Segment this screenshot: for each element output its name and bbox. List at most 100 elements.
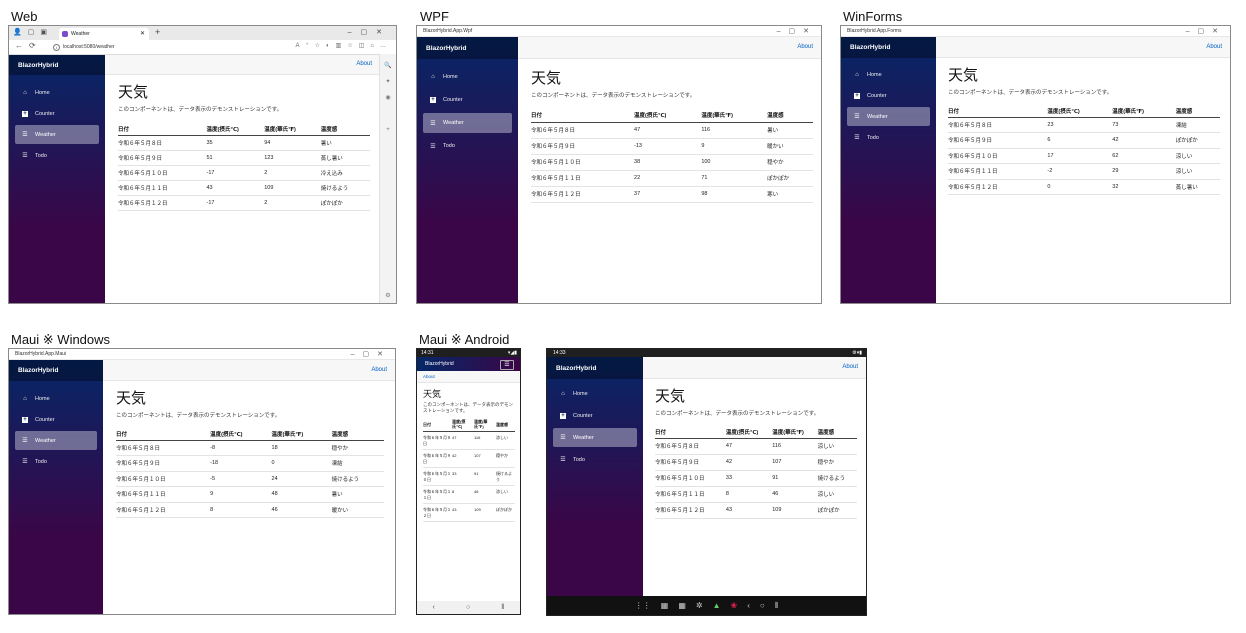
column-header: 温度感 (1175, 105, 1220, 118)
window-controls[interactable]: –▢✕ (1186, 26, 1226, 37)
about-link[interactable]: About (797, 44, 813, 50)
web-browser-window: 👤▢▣ Weather ✕ + –▢✕ ←⟳ i localhost:5080/… (8, 25, 397, 304)
window-controls[interactable]: –▢✕ (777, 26, 817, 37)
nav-item-home[interactable]: ⌂ Home (15, 83, 99, 102)
edge-sidebar: 🔍 ✦ ◉ + ⚙ (379, 54, 396, 303)
top-row: About (417, 371, 520, 383)
table-cell: 令和６年５月８日 (116, 440, 211, 456)
nav-label: Todo (573, 456, 585, 463)
home-icon: ⌂ (561, 390, 565, 397)
nav-item-home[interactable]: ⌂ Home (15, 389, 97, 408)
nav-item-todo[interactable]: ☰ Todo (15, 452, 97, 471)
list-icon: ☰ (430, 143, 436, 150)
back-icon[interactable]: ‹ (433, 604, 435, 611)
close-tab-icon[interactable]: ✕ (140, 28, 145, 40)
list-icon: ☰ (854, 135, 860, 141)
forecast-table: 日付 温度(摂氏℃) 温度(華氏℉) 温度感 令和６年５月８日 35 94 暑い 令和６… (118, 123, 370, 211)
nav-item-counter[interactable]: + Counter (847, 86, 930, 105)
new-tab-icon[interactable]: + (155, 27, 160, 37)
table-cell: 令和６年５月１２日 (118, 195, 207, 211)
web-app: BlazorHybrid ⌂ Home + Counter ☰ Weather ☰ To… (9, 55, 380, 303)
window-controls[interactable]: –▢✕ (351, 349, 391, 360)
app-icon[interactable]: ✲ (696, 601, 703, 610)
address-row: ←⟳ i localhost:5080/weather A⁺☆◐▥☆◫⌂… (9, 40, 396, 54)
recents-icon[interactable]: ⦀ (501, 604, 504, 612)
about-link[interactable]: About (1206, 44, 1222, 50)
browser-profile-icons[interactable]: 👤▢▣ (13, 28, 53, 36)
table-row: 令和６年５月９日 42 107 穏やか (423, 449, 515, 468)
status-bar: 14:31 ▾◢▮ (417, 349, 520, 357)
nav-item-counter[interactable]: + Counter (553, 406, 637, 425)
about-link[interactable]: About (842, 364, 858, 370)
site-info-icon[interactable]: i (53, 44, 60, 51)
browser-toolbar-icons[interactable]: A⁺☆◐▥☆◫⌂… (295, 42, 392, 49)
nav-buttons[interactable]: ←⟳ (15, 41, 42, 50)
table-cell: 令和６年５月１２日 (948, 179, 1048, 195)
home-icon: ⌂ (23, 395, 27, 402)
table-row: 令和６年５月１０日 -17 2 冷え込み (118, 165, 370, 181)
table-row: 令和６年５月９日 42 107 穏やか (655, 454, 857, 471)
table-cell: ぽかぽか (320, 195, 370, 211)
back-icon[interactable]: ‹ (747, 601, 750, 610)
nav-item-home[interactable]: ⌂ Home (423, 67, 512, 87)
table-cell: 令和６年５月１２日 (116, 502, 211, 518)
table-cell: 91 (772, 470, 818, 487)
column-header: 日付 (655, 426, 726, 439)
nav-item-home[interactable]: ⌂ Home (847, 65, 930, 84)
apps-grid-icon[interactable]: ⋮⋮ (635, 601, 651, 610)
table-cell: -8 (210, 440, 272, 456)
list-icon: ☰ (22, 132, 28, 138)
window-title: BlazorHybrid.App.Wpf (423, 28, 473, 34)
nav-item-todo[interactable]: ☰ Todo (15, 146, 99, 165)
browser-tab-weather[interactable]: Weather ✕ (59, 28, 149, 40)
hamburger-menu-icon[interactable]: ☰ (500, 360, 514, 370)
nav-item-counter[interactable]: + Counter (423, 90, 512, 110)
nav-item-todo[interactable]: ☰ Todo (423, 136, 512, 156)
column-header: 温度感 (320, 123, 370, 136)
table-cell: 涼しい (496, 485, 515, 504)
nav-item-counter[interactable]: + Counter (15, 410, 97, 429)
about-link[interactable]: About (423, 374, 435, 379)
home-button-icon[interactable]: ○ (466, 604, 470, 611)
nav-label: Weather (573, 434, 594, 441)
nav-item-todo[interactable]: ☰ Todo (847, 128, 930, 147)
nav-item-todo[interactable]: ☰ Todo (553, 450, 637, 469)
recents-icon[interactable]: ⦀ (775, 601, 779, 611)
winforms-app: BlazorHybrid ⌂ Home + Counter ☰ Weather ☰ To… (841, 37, 1230, 303)
nav-label: Weather (443, 120, 464, 126)
home-button-icon[interactable]: ○ (760, 601, 765, 610)
nav-item-weather[interactable]: ☰ Weather (423, 113, 512, 133)
sidebar: BlazorHybrid ⌂ Home + Counter ☰ Weather ☰ To… (417, 37, 518, 303)
about-link[interactable]: About (371, 367, 387, 373)
about-link[interactable]: About (356, 61, 372, 67)
nav-label: Counter (443, 97, 463, 103)
nav-item-weather[interactable]: ☰ Weather (847, 107, 930, 126)
table-cell: 109 (474, 503, 496, 522)
table-row: 令和６年５月１０日 33 91 焼けるよう (655, 470, 857, 487)
app-icon[interactable]: ▦ (678, 601, 686, 610)
android-nav-bar: ‹ ○ ⦀ (417, 601, 520, 614)
table-cell: 令和６年５月１０日 (948, 148, 1048, 164)
nav-item-weather[interactable]: ☰ Weather (15, 431, 97, 450)
page-description: このコンポーネントは、データ表示のデモンストレーションです。 (116, 413, 281, 419)
nav-label: Home (35, 395, 50, 402)
table-cell: 令和６年５月１０日 (655, 470, 726, 487)
nav-item-weather[interactable]: ☰ Weather (553, 428, 637, 447)
window-controls[interactable]: –▢✕ (348, 28, 391, 36)
table-row: 令和６年５月１０日 33 91 焼けるよう (423, 467, 515, 486)
column-header: 日付 (118, 123, 207, 136)
app-icon[interactable]: ▦ (661, 601, 669, 610)
edge-sidebar-icons[interactable]: 🔍 ✦ ◉ + (380, 58, 396, 138)
settings-icon[interactable]: ⚙ (380, 292, 396, 299)
nav-item-counter[interactable]: + Counter (15, 104, 99, 123)
table-cell: 46 (271, 502, 332, 518)
app-icon[interactable]: ❀ (731, 601, 738, 610)
nav-item-home[interactable]: ⌂ Home (553, 384, 637, 403)
drive-icon[interactable]: ▲ (713, 601, 721, 610)
table-cell: 24 (271, 471, 332, 487)
window-titlebar: BlazorHybrid.App.Forms –▢✕ (841, 26, 1230, 37)
table-row: 令和６年５月８日 35 94 暑い (118, 135, 370, 151)
address-bar[interactable]: i localhost:5080/weather (53, 42, 273, 52)
nav-item-weather[interactable]: ☰ Weather (15, 125, 99, 144)
browser-tab-title: Weather (71, 31, 90, 37)
